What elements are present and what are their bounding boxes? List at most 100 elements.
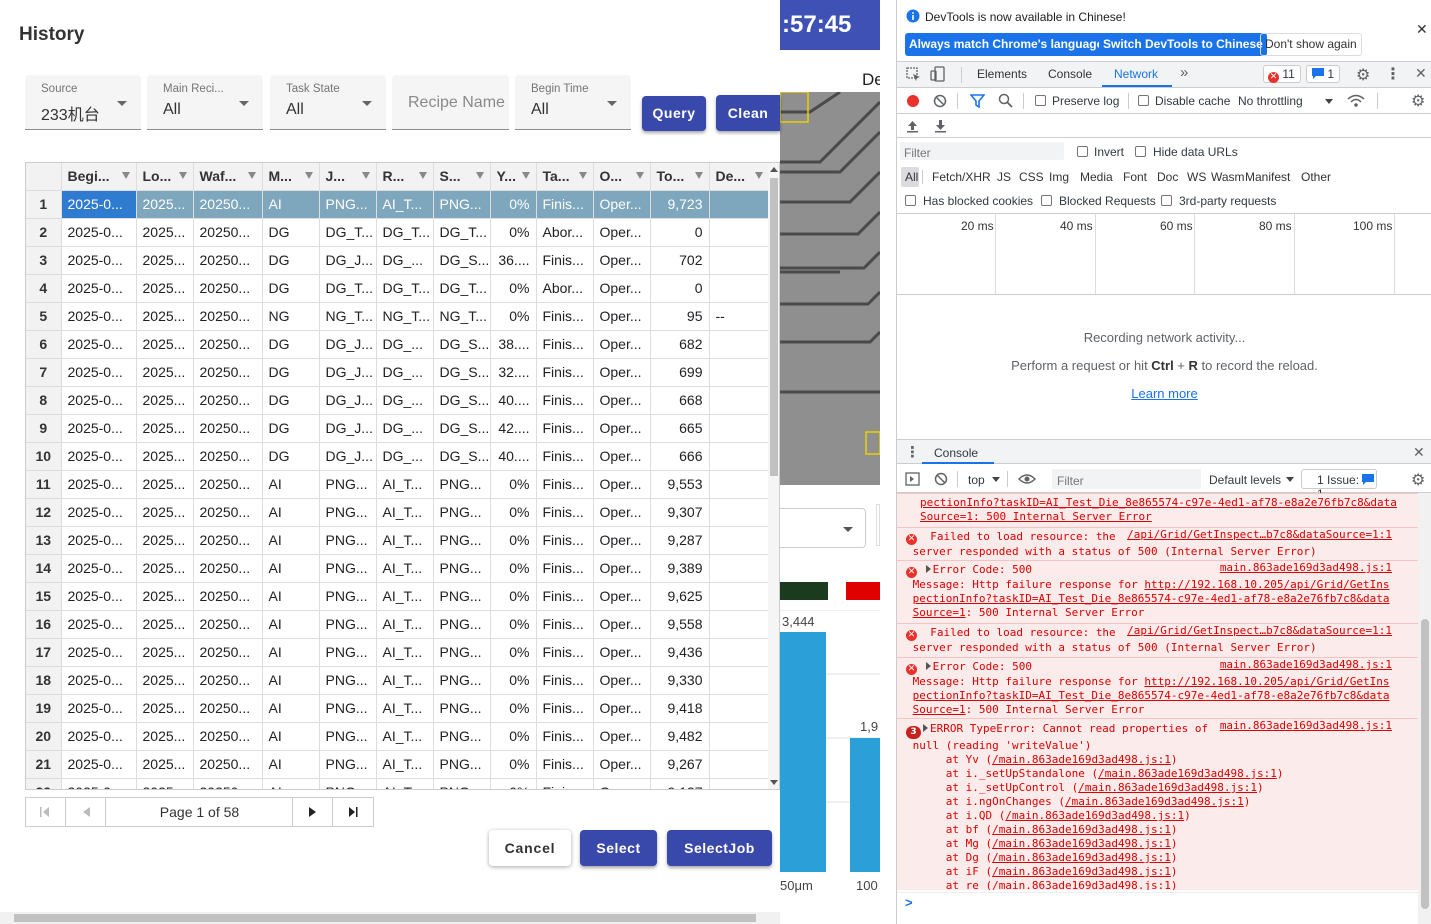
grid-vertical-scrollbar[interactable] bbox=[768, 163, 779, 789]
table-cell[interactable]: AI bbox=[262, 694, 320, 723]
table-row[interactable]: 5 2025-0... 2025... 20250... NG NG_T... NG_T..… bbox=[26, 302, 770, 331]
table-cell[interactable]: NG bbox=[262, 302, 320, 331]
stack-frame-link[interactable]: /main.863ade169d3ad498.js:1 bbox=[992, 753, 1171, 766]
export-har-icon[interactable] bbox=[934, 119, 947, 133]
default-levels-select[interactable]: Default levels bbox=[1209, 473, 1281, 487]
table-cell[interactable]: Finis... bbox=[536, 554, 594, 583]
table-cell[interactable]: 20250... bbox=[193, 358, 263, 387]
table-cell[interactable]: Oper... bbox=[593, 330, 651, 359]
table-cell[interactable]: 0 bbox=[650, 218, 710, 247]
table-cell[interactable]: DG_T... bbox=[319, 218, 377, 247]
column-header[interactable]: R... bbox=[376, 163, 434, 191]
table-cell[interactable]: Finis... bbox=[536, 582, 594, 611]
table-cell[interactable] bbox=[709, 610, 770, 639]
table-row[interactable]: 20 2025-0... 2025... 20250... AI PNG... AI_T..… bbox=[26, 722, 770, 751]
table-cell[interactable]: DG_J... bbox=[319, 442, 377, 471]
table-cell[interactable]: PNG... bbox=[319, 526, 377, 555]
more-tabs-icon[interactable]: » bbox=[1180, 64, 1188, 81]
table-cell[interactable]: 9,418 bbox=[650, 694, 710, 723]
type-other[interactable]: Other bbox=[1301, 170, 1331, 184]
table-cell[interactable]: 9,330 bbox=[650, 666, 710, 695]
table-row[interactable]: 19 2025-0... 2025... 20250... AI PNG... AI_T..… bbox=[26, 694, 770, 723]
table-cell[interactable] bbox=[709, 470, 770, 499]
table-cell[interactable]: 0% bbox=[490, 582, 537, 611]
table-cell[interactable]: DG bbox=[262, 274, 320, 303]
table-cell[interactable]: 2025... bbox=[136, 330, 194, 359]
filter-icon[interactable] bbox=[178, 172, 187, 179]
table-cell[interactable]: DG_S... bbox=[433, 246, 491, 275]
error-url[interactable]: http://192.168.10.205/api/Grid/GetIns bbox=[1144, 578, 1389, 591]
table-cell[interactable]: PNG... bbox=[433, 554, 491, 583]
table-cell[interactable]: Finis... bbox=[536, 750, 594, 779]
table-cell[interactable]: 2025-0... bbox=[61, 442, 137, 471]
switch-chinese-button[interactable]: Switch DevTools to Chinese bbox=[1099, 33, 1267, 56]
table-cell[interactable]: 20250... bbox=[193, 190, 263, 219]
table-cell[interactable]: DG_J... bbox=[319, 414, 377, 443]
table-cell[interactable]: 95 bbox=[650, 302, 710, 331]
table-row[interactable]: 4 2025-0... 2025... 20250... DG DG_T... DG_T..… bbox=[26, 274, 770, 303]
table-cell[interactable] bbox=[709, 666, 770, 695]
table-cell[interactable]: Oper... bbox=[593, 498, 651, 527]
table-cell[interactable]: AI_T... bbox=[376, 190, 434, 219]
table-cell[interactable]: 2025-0... bbox=[61, 274, 137, 303]
dont-show-again-button[interactable]: Don't show again bbox=[1260, 33, 1362, 56]
table-cell[interactable] bbox=[709, 330, 770, 359]
column-header[interactable]: Y... bbox=[490, 163, 537, 191]
table-cell[interactable]: 36.... bbox=[490, 246, 537, 275]
filter-icon[interactable] bbox=[247, 172, 256, 179]
table-cell[interactable]: 9,625 bbox=[650, 582, 710, 611]
filter-icon[interactable] bbox=[521, 172, 530, 179]
table-cell[interactable]: 2025-0... bbox=[61, 414, 137, 443]
blocked-cookies-checkbox[interactable] bbox=[905, 195, 916, 206]
table-cell[interactable]: AI bbox=[262, 666, 320, 695]
table-cell[interactable]: 20250... bbox=[193, 582, 263, 611]
error-source-link[interactable]: /api/Grid/GetInspect…b7c8&dataSource=1:1 bbox=[1127, 624, 1392, 638]
task-state-select[interactable]: Task State All bbox=[270, 75, 386, 130]
table-cell[interactable]: Oper... bbox=[593, 666, 651, 695]
table-cell[interactable]: 20250... bbox=[193, 610, 263, 639]
table-cell[interactable]: PNG... bbox=[433, 750, 491, 779]
table-cell[interactable]: 2025... bbox=[136, 498, 194, 527]
column-header[interactable]: M... bbox=[262, 163, 320, 191]
table-cell[interactable]: NG_T... bbox=[319, 302, 377, 331]
table-cell[interactable]: AI bbox=[262, 470, 320, 499]
column-header[interactable]: Lo... bbox=[136, 163, 194, 191]
table-cell[interactable]: 0% bbox=[490, 302, 537, 331]
table-row[interactable]: 11 2025-0... 2025... 20250... AI PNG... AI_T..… bbox=[26, 470, 770, 499]
expand-triangle-icon[interactable] bbox=[925, 565, 931, 573]
table-cell[interactable]: PNG... bbox=[319, 750, 377, 779]
table-cell[interactable]: 0% bbox=[490, 274, 537, 303]
table-cell[interactable]: DG_S... bbox=[433, 330, 491, 359]
table-cell[interactable]: 2025-0... bbox=[61, 246, 137, 275]
table-cell[interactable]: 2025... bbox=[136, 694, 194, 723]
table-cell[interactable]: DG_S... bbox=[433, 414, 491, 443]
filter-icon[interactable] bbox=[635, 172, 644, 179]
table-cell[interactable]: 20250... bbox=[193, 666, 263, 695]
table-cell[interactable]: DG_T... bbox=[319, 274, 377, 303]
table-cell[interactable]: Finis... bbox=[536, 414, 594, 443]
console-filter-input[interactable]: Filter bbox=[1052, 469, 1201, 489]
table-cell[interactable]: 2025... bbox=[136, 610, 194, 639]
stack-frame-link[interactable]: /main.863ade169d3ad498.js:1 bbox=[992, 837, 1171, 850]
table-cell[interactable]: Abor... bbox=[536, 218, 594, 247]
table-cell[interactable] bbox=[709, 190, 770, 219]
first-page-button[interactable] bbox=[26, 798, 66, 826]
inspect-element-icon[interactable] bbox=[906, 67, 921, 82]
table-cell[interactable] bbox=[709, 246, 770, 275]
table-cell[interactable]: 42.... bbox=[490, 414, 537, 443]
third-party-checkbox[interactable] bbox=[1161, 195, 1172, 206]
table-cell[interactable]: DG_... bbox=[376, 358, 434, 387]
table-cell[interactable]: Finis... bbox=[536, 246, 594, 275]
table-cell[interactable]: 2025... bbox=[136, 722, 194, 751]
table-cell[interactable]: 2025-0... bbox=[61, 778, 137, 789]
column-header[interactable]: Ta... bbox=[536, 163, 594, 191]
horizontal-scroll-thumb[interactable] bbox=[14, 914, 756, 922]
error-source-link[interactable]: main.863ade169d3ad498.js:1 bbox=[1220, 658, 1392, 672]
table-cell[interactable]: 682 bbox=[650, 330, 710, 359]
table-cell[interactable]: 20250... bbox=[193, 694, 263, 723]
sidebar-toggle-icon[interactable] bbox=[905, 472, 920, 486]
filter-icon[interactable] bbox=[121, 172, 130, 179]
table-cell[interactable]: PNG... bbox=[319, 638, 377, 667]
table-cell[interactable]: PNG... bbox=[433, 722, 491, 751]
table-cell[interactable]: 2025-0... bbox=[61, 470, 137, 499]
